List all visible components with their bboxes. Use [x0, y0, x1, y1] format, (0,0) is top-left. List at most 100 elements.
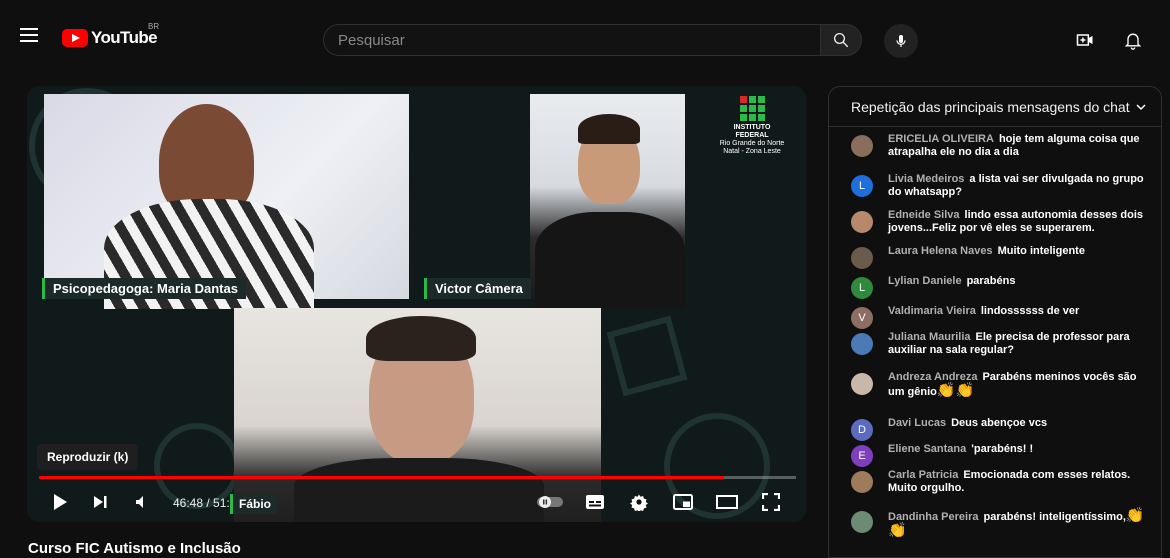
chat-message: Juliana Maurilia Ele precisa de professor… [851, 331, 1151, 357]
chat-author[interactable]: Edneide Silva [888, 209, 960, 221]
live-chat-replay: Repetição das principais mensagens do ch… [828, 86, 1162, 558]
avatar[interactable]: L [851, 175, 873, 197]
search-button[interactable] [820, 24, 862, 56]
chat-message: V Valdimaria Vieira lindossssss de ver [851, 305, 1151, 329]
chat-author[interactable]: Valdimaria Vieira [888, 305, 976, 317]
avatar[interactable] [851, 373, 873, 395]
chat-message-body: Edneide Silva lindo essa autonomia desses… [888, 209, 1151, 235]
video-tile-maria [44, 94, 409, 309]
speaker-name-tag: Psicopedagoga: Maria Dantas [42, 278, 246, 299]
chat-message-body: Andreza Andreza Parabéns meninos vocês sã… [888, 371, 1151, 399]
video-player[interactable]: INSTITUTO FEDERAL Rio Grande do Norte Na… [27, 86, 806, 522]
chat-text: 'parabéns! ! [971, 443, 1034, 455]
chat-author[interactable]: Livia Medeiros [888, 173, 964, 185]
chat-header-title: Repetição das principais mensagens do ch… [851, 98, 1130, 115]
chat-message-body: Valdimaria Vieira lindossssss de ver [888, 305, 1079, 329]
next-button[interactable] [89, 490, 111, 514]
microphone-icon [896, 35, 906, 47]
youtube-logo[interactable]: YouTube BR [62, 22, 159, 48]
subtitles-button[interactable] [583, 490, 607, 514]
speaker-icon [136, 496, 143, 508]
create-button[interactable] [1073, 28, 1097, 52]
search-input[interactable] [324, 25, 820, 55]
chat-text: parabéns [966, 275, 1016, 287]
person-silhouette [578, 114, 640, 144]
chat-message: Edneide Silva lindo essa autonomia desses… [851, 209, 1151, 235]
chat-message-body: Laura Helena Naves Muito inteligente [888, 245, 1085, 269]
avatar[interactable] [851, 211, 873, 233]
chat-author[interactable]: ERICELIA OLIVEIRA [888, 133, 994, 145]
clapping-hands-emoji: 👏 [936, 382, 956, 399]
institute-logo-line: INSTITUTO [733, 124, 771, 131]
avatar[interactable] [851, 511, 873, 533]
clapping-hands-emoji: 👏 [888, 522, 907, 539]
autoplay-toggle-icon [537, 496, 563, 508]
country-code: BR [148, 22, 160, 31]
chat-author[interactable]: Davi Lucas [888, 417, 946, 429]
chat-author[interactable]: Eliene Santana [888, 443, 966, 455]
chat-text: Muito inteligente [997, 245, 1085, 257]
create-video-icon [1076, 34, 1093, 46]
institute-logo-line: Natal - Zona Leste [723, 148, 781, 155]
person-silhouette [535, 212, 685, 307]
avatar[interactable] [851, 333, 873, 355]
speaker-name-tag: Fábio [230, 494, 277, 514]
voice-search-button[interactable] [884, 24, 918, 58]
chat-author[interactable]: Carla Patricia [888, 469, 958, 481]
clapping-hands-emoji: 👏 [1125, 507, 1145, 524]
avatar[interactable] [851, 247, 873, 269]
play-button[interactable] [49, 490, 71, 514]
notifications-button[interactable] [1121, 28, 1145, 52]
chat-message: Dandinha Pereira parabéns! inteligentíssi… [851, 507, 1151, 539]
chat-message-body: Juliana Maurilia Ele precisa de professor… [888, 331, 1151, 357]
theater-mode-button[interactable] [715, 490, 739, 514]
miniplayer-button[interactable] [671, 490, 695, 514]
fullscreen-button[interactable] [759, 490, 783, 514]
progress-bar[interactable] [39, 476, 796, 479]
chat-message-body: Eliene Santana 'parabéns! ! [888, 443, 1033, 467]
video-title: Curso FIC Autismo e Inclusão [28, 540, 241, 557]
chat-message-body: Carla Patricia Emocionada com esses relat… [888, 469, 1151, 495]
chat-text: Deus abençoe vcs [951, 417, 1048, 429]
chat-message: E Eliene Santana 'parabéns! ! [851, 443, 1151, 467]
chat-author[interactable]: Laura Helena Naves [888, 245, 993, 257]
avatar[interactable]: E [851, 445, 873, 467]
volume-button[interactable] [131, 490, 153, 514]
chat-text: lindossssss de ver [980, 305, 1080, 317]
gear-icon [630, 494, 648, 511]
chat-author[interactable]: Lylian Daniele [888, 275, 962, 287]
chat-message: Andreza Andreza Parabéns meninos vocês sã… [851, 371, 1151, 399]
youtube-play-icon [62, 29, 88, 47]
chat-message-body: Davi Lucas Deus abençoe vcs [888, 417, 1047, 441]
chat-message-body: Dandinha Pereira parabéns! inteligentíssi… [888, 507, 1151, 539]
institute-logo-line: FEDERAL [735, 132, 769, 139]
fullscreen-icon [762, 493, 780, 511]
chat-message: D Davi Lucas Deus abençoe vcs [851, 417, 1151, 441]
avatar[interactable] [851, 471, 873, 493]
chat-message-body: ERICELIA OLIVEIRA hoje tem alguma coisa q… [888, 133, 1151, 159]
theater-mode-icon [716, 495, 738, 509]
chat-message: Laura Helena Naves Muito inteligente [851, 245, 1151, 269]
settings-button[interactable] [627, 490, 651, 514]
chat-message: Carla Patricia Emocionada com esses relat… [851, 469, 1151, 495]
avatar[interactable] [851, 135, 873, 157]
chat-message-body: Lylian Daniele parabéns [888, 275, 1015, 299]
logo-text: YouTube [91, 28, 158, 47]
play-icon [54, 494, 67, 510]
subtitles-icon [586, 495, 604, 509]
bell-icon [1124, 33, 1142, 50]
avatar[interactable]: L [851, 277, 873, 299]
speaker-name-tag: Victor Câmera [424, 278, 531, 299]
chat-header-dropdown[interactable]: Repetição das principais mensagens do ch… [829, 87, 1161, 127]
menu-icon[interactable] [20, 28, 38, 42]
player-controls: 46:48 / 51:44 [27, 482, 806, 522]
video-tile-victor [530, 94, 685, 307]
clapping-hands-emoji: 👏 [955, 382, 975, 399]
chat-text: parabéns! inteligentíssimo, [983, 511, 1126, 523]
avatar[interactable]: D [851, 419, 873, 441]
chat-message: L Lylian Daniele parabéns [851, 275, 1151, 299]
chat-message: ERICELIA OLIVEIRA hoje tem alguma coisa q… [851, 133, 1151, 159]
autoplay-toggle[interactable] [535, 490, 565, 514]
chat-author[interactable]: Juliana Maurilia [888, 331, 971, 343]
avatar[interactable]: V [851, 307, 873, 329]
